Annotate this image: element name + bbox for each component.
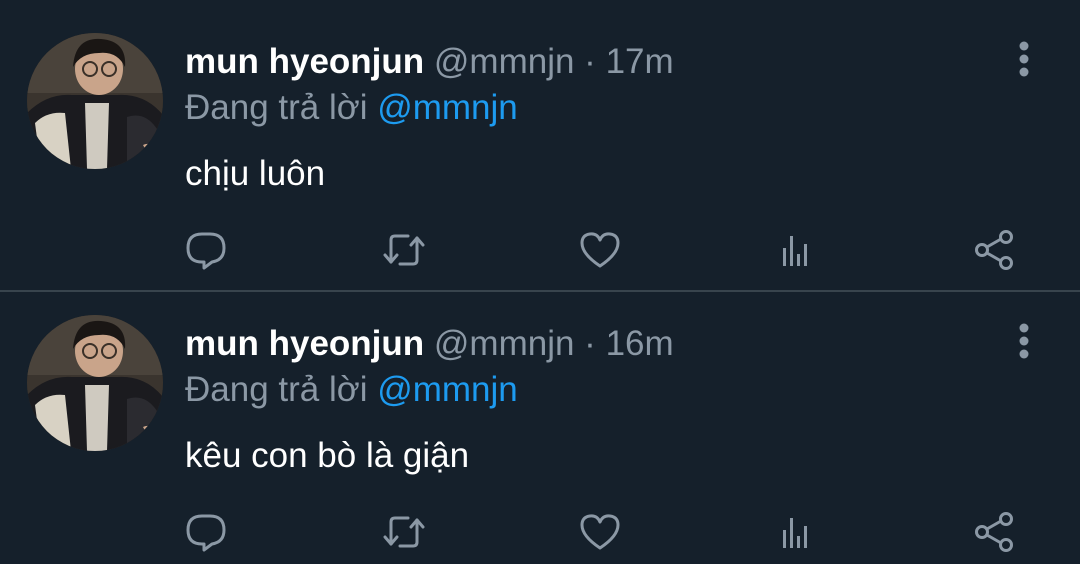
tweet-actions xyxy=(0,228,1080,272)
share-button[interactable] xyxy=(972,228,1016,272)
like-button[interactable] xyxy=(578,228,622,272)
timestamp[interactable]: 16m xyxy=(606,324,674,363)
share-button[interactable] xyxy=(972,510,1016,554)
replying-to-label: Đang trả lời xyxy=(185,88,368,127)
analytics-icon xyxy=(783,236,807,266)
heart-icon xyxy=(580,232,620,268)
tweet-actions xyxy=(0,510,1080,554)
tweet[interactable]: mun hyeonjun @mmnjn · 17m Đang trả lời @… xyxy=(0,0,1080,282)
separator-dot: · xyxy=(584,324,596,363)
retweet-icon xyxy=(383,516,425,548)
heart-icon xyxy=(580,514,620,550)
timestamp[interactable]: 17m xyxy=(606,42,674,81)
reply-icon xyxy=(186,514,226,552)
like-button[interactable] xyxy=(578,510,622,554)
separator-dot: · xyxy=(584,42,596,81)
views-button[interactable] xyxy=(775,510,819,554)
tweet-text: chịu luôn xyxy=(185,154,326,193)
tweet-header: mun hyeonjun @mmnjn · 17m xyxy=(185,40,674,84)
tweet[interactable]: mun hyeonjun @mmnjn · 16m Đang trả lời @… xyxy=(0,282,1080,564)
views-button[interactable] xyxy=(775,228,819,272)
retweet-button[interactable] xyxy=(382,510,426,554)
analytics-icon xyxy=(783,518,807,548)
share-icon xyxy=(975,512,1013,552)
retweet-button[interactable] xyxy=(382,228,426,272)
reply-button[interactable] xyxy=(184,510,228,554)
replying-to: Đang trả lời @mmnjn xyxy=(185,368,518,412)
replying-to: Đang trả lời @mmnjn xyxy=(185,86,518,130)
avatar[interactable] xyxy=(27,33,163,169)
more-options-button[interactable] xyxy=(1004,322,1044,362)
tweet-header: mun hyeonjun @mmnjn · 16m xyxy=(185,322,674,366)
author-name[interactable]: mun hyeonjun xyxy=(185,42,424,81)
avatar[interactable] xyxy=(27,315,163,451)
author-handle[interactable]: @mmnjn xyxy=(434,324,575,363)
reply-button[interactable] xyxy=(184,228,228,272)
reply-icon xyxy=(186,232,226,270)
replying-to-label: Đang trả lời xyxy=(185,370,368,409)
replying-to-mention[interactable]: @mmnjn xyxy=(377,88,518,127)
more-options-button[interactable] xyxy=(1004,40,1044,80)
tweet-text: kêu con bò là giận xyxy=(185,436,470,475)
retweet-icon xyxy=(383,234,425,266)
author-handle[interactable]: @mmnjn xyxy=(434,42,575,81)
more-vertical-icon xyxy=(1019,323,1029,359)
replying-to-mention[interactable]: @mmnjn xyxy=(377,370,518,409)
author-name[interactable]: mun hyeonjun xyxy=(185,324,424,363)
more-vertical-icon xyxy=(1019,41,1029,77)
share-icon xyxy=(975,230,1013,270)
